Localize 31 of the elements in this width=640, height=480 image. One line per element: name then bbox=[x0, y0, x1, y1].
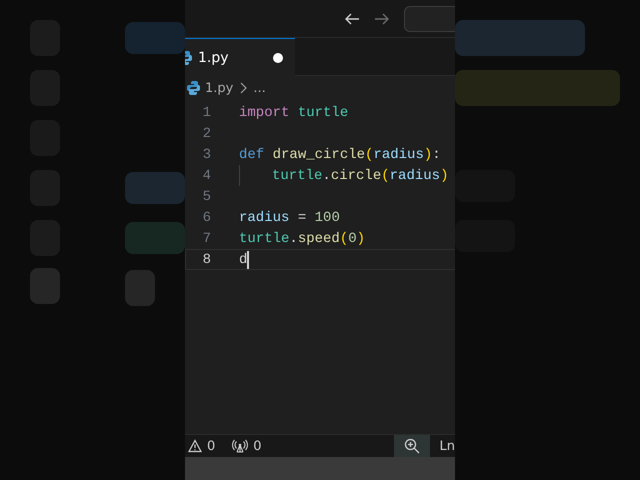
breadcrumb-item[interactable]: ... bbox=[253, 80, 266, 96]
line-number: 3 bbox=[202, 146, 211, 162]
line-number: 7 bbox=[202, 230, 211, 246]
file-icon bbox=[186, 80, 200, 96]
line-number: 1 bbox=[202, 104, 211, 120]
line-number: 6 bbox=[202, 210, 211, 226]
code-line: turtle.circle(radius) bbox=[272, 168, 448, 184]
antenna-icon bbox=[232, 439, 248, 453]
indent-guide bbox=[239, 165, 240, 186]
tab-label: 1.py bbox=[198, 50, 230, 66]
code-line: turtle.speed(0) bbox=[239, 230, 366, 246]
code-line: radius = 100 bbox=[239, 210, 340, 226]
warning-icon bbox=[188, 439, 202, 453]
line-number: 2 bbox=[202, 126, 211, 142]
chevron-icon bbox=[239, 82, 248, 94]
line-number: 4 bbox=[202, 168, 211, 184]
zoom-button[interactable] bbox=[394, 435, 430, 457]
breadcrumb-item[interactable]: 1.py bbox=[205, 80, 234, 96]
zoom-in-icon bbox=[404, 438, 420, 454]
code-line: def draw_circle(radius): bbox=[239, 146, 441, 162]
text-cursor bbox=[247, 250, 250, 268]
back-arrow-icon[interactable] bbox=[344, 10, 360, 26]
cursor-position[interactable]: Ln bbox=[440, 438, 455, 454]
ports-count[interactable]: 0 bbox=[253, 438, 262, 454]
line-number: 5 bbox=[202, 188, 211, 204]
code-line: d bbox=[239, 252, 248, 268]
editor-tab[interactable]: 1.py bbox=[185, 38, 295, 76]
code-line: import turtle bbox=[239, 104, 348, 120]
line-number: 8 bbox=[202, 252, 211, 268]
search-field[interactable] bbox=[404, 6, 455, 32]
warning-count[interactable]: 0 bbox=[207, 438, 216, 454]
